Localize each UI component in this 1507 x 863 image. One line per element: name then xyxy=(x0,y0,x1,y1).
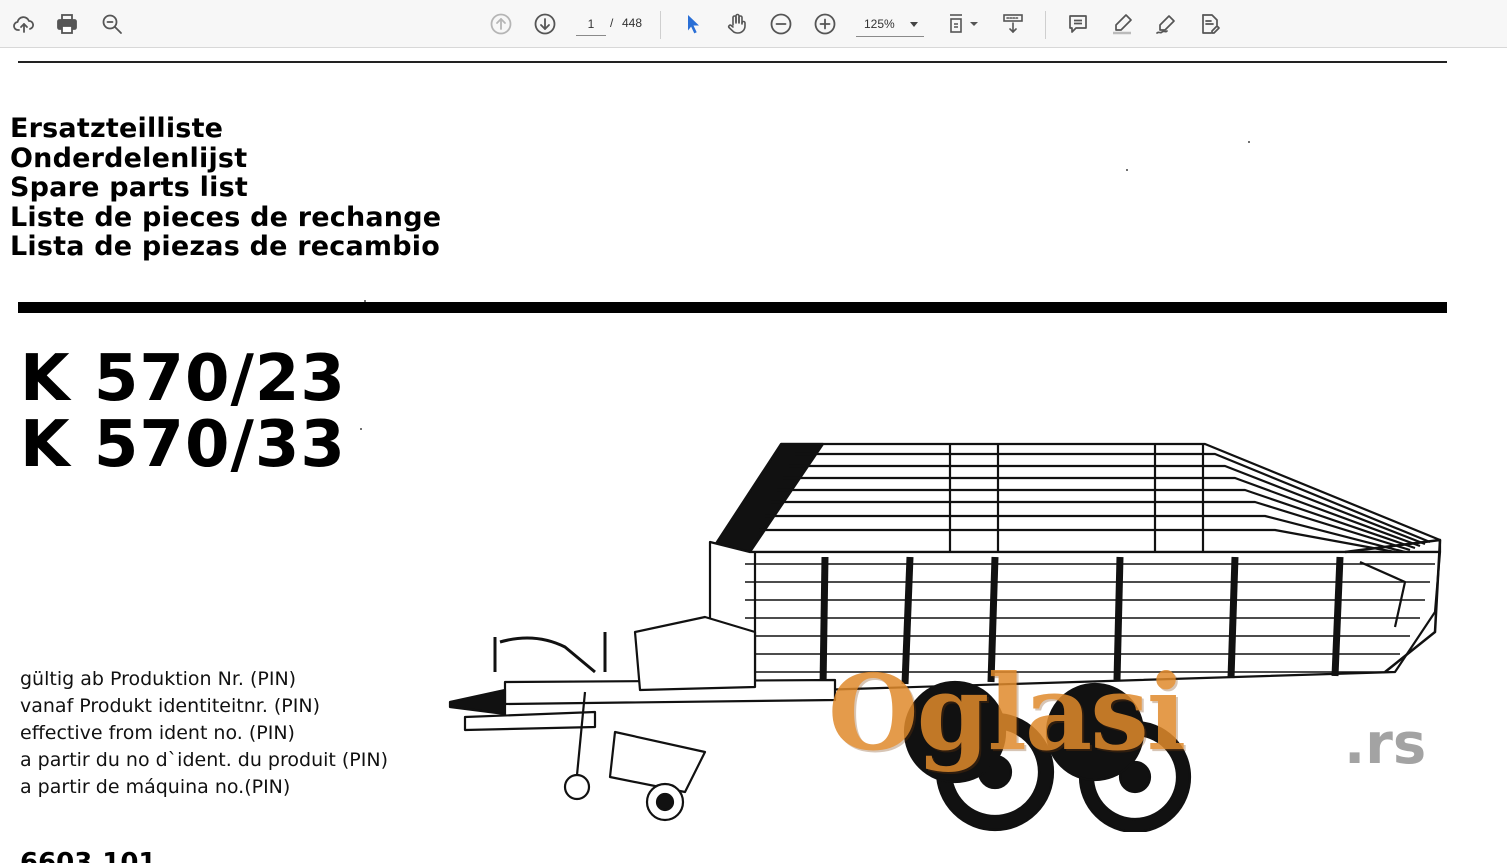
hand-tool-button[interactable] xyxy=(721,8,753,40)
title-list: Ersatzteilliste Onderdelenlijst Spare pa… xyxy=(10,114,441,262)
watermark-logo: Oglasi xyxy=(828,651,1186,774)
scroll-mode-button[interactable] xyxy=(997,8,1029,40)
validity-spanish: a partir de máquina no.(PIN) xyxy=(20,776,291,798)
fill-sign-icon xyxy=(1202,14,1220,34)
page-fit-button[interactable] xyxy=(942,8,982,40)
title-spanish: Lista de piezas de recambio xyxy=(10,231,440,262)
model-name: K 570/23 xyxy=(20,342,346,416)
pdf-toolbar: / 448 125% xyxy=(0,0,1507,48)
chevron-down-icon xyxy=(910,22,918,27)
scan-speck xyxy=(1248,141,1250,143)
top-rule xyxy=(18,61,1447,63)
section-rule xyxy=(18,302,1447,313)
print-icon xyxy=(57,14,77,34)
page-fit-icon xyxy=(950,14,978,33)
highlight-button[interactable] xyxy=(1106,8,1138,40)
fill-sign-button[interactable] xyxy=(1194,8,1226,40)
validity-german: gültig ab Produktion Nr. (PIN) xyxy=(20,668,297,690)
zoom-level-value: 125% xyxy=(864,17,895,31)
page-number-input[interactable] xyxy=(576,13,606,36)
upload-button[interactable] xyxy=(8,8,40,40)
scan-speck xyxy=(1126,169,1128,171)
page-separator: / xyxy=(610,16,614,30)
watermark-suffix: .rs xyxy=(1344,712,1427,777)
print-button[interactable] xyxy=(51,8,83,40)
model-name: K 570/33 xyxy=(20,408,346,482)
highlight-pen-icon xyxy=(1113,14,1132,35)
plus-circle-icon xyxy=(814,13,836,35)
sign-button[interactable] xyxy=(1150,8,1182,40)
zoom-level-select[interactable]: 125% xyxy=(856,13,924,37)
zoom-in-button[interactable] xyxy=(809,8,841,40)
cursor-arrow-icon xyxy=(688,15,699,34)
validity-french: a partir du no d`ident. du produit (PIN) xyxy=(20,749,388,771)
search-zoom-icon xyxy=(102,14,122,34)
title-dutch: Onderdelenlijst xyxy=(10,142,248,174)
part-number: 6603.101 xyxy=(20,848,157,863)
zoom-out-button[interactable] xyxy=(765,8,797,40)
previous-page-button[interactable] xyxy=(485,8,517,40)
sign-pen-icon xyxy=(1156,15,1175,34)
comment-button[interactable] xyxy=(1062,8,1094,40)
title-french: Liste de pieces de rechange xyxy=(10,201,442,233)
cloud-upload-icon xyxy=(13,16,34,33)
title-english: Spare parts list xyxy=(10,172,248,203)
validity-list: gültig ab Produktion Nr. (PIN) vanaf Pro… xyxy=(20,666,388,801)
toolbar-divider xyxy=(660,11,661,39)
next-page-button[interactable] xyxy=(529,8,561,40)
comment-icon xyxy=(1069,15,1087,33)
toolbar-divider xyxy=(1045,11,1046,39)
select-tool-button[interactable] xyxy=(677,8,709,40)
validity-english: effective from ident no. (PIN) xyxy=(20,722,295,744)
validity-dutch: vanaf Produkt identiteitnr. (PIN) xyxy=(20,695,320,717)
arrow-up-circle-icon xyxy=(490,13,512,35)
minus-circle-icon xyxy=(770,13,792,35)
search-button[interactable] xyxy=(96,8,128,40)
hand-pan-icon xyxy=(727,13,746,34)
model-list: K 570/23 K 570/33 xyxy=(20,346,346,478)
page-total: 448 xyxy=(622,16,643,30)
scroll-mode-icon xyxy=(1003,14,1023,34)
title-german: Ersatzteilliste xyxy=(10,113,224,144)
scan-speck xyxy=(360,428,362,430)
arrow-down-circle-icon xyxy=(534,13,556,35)
